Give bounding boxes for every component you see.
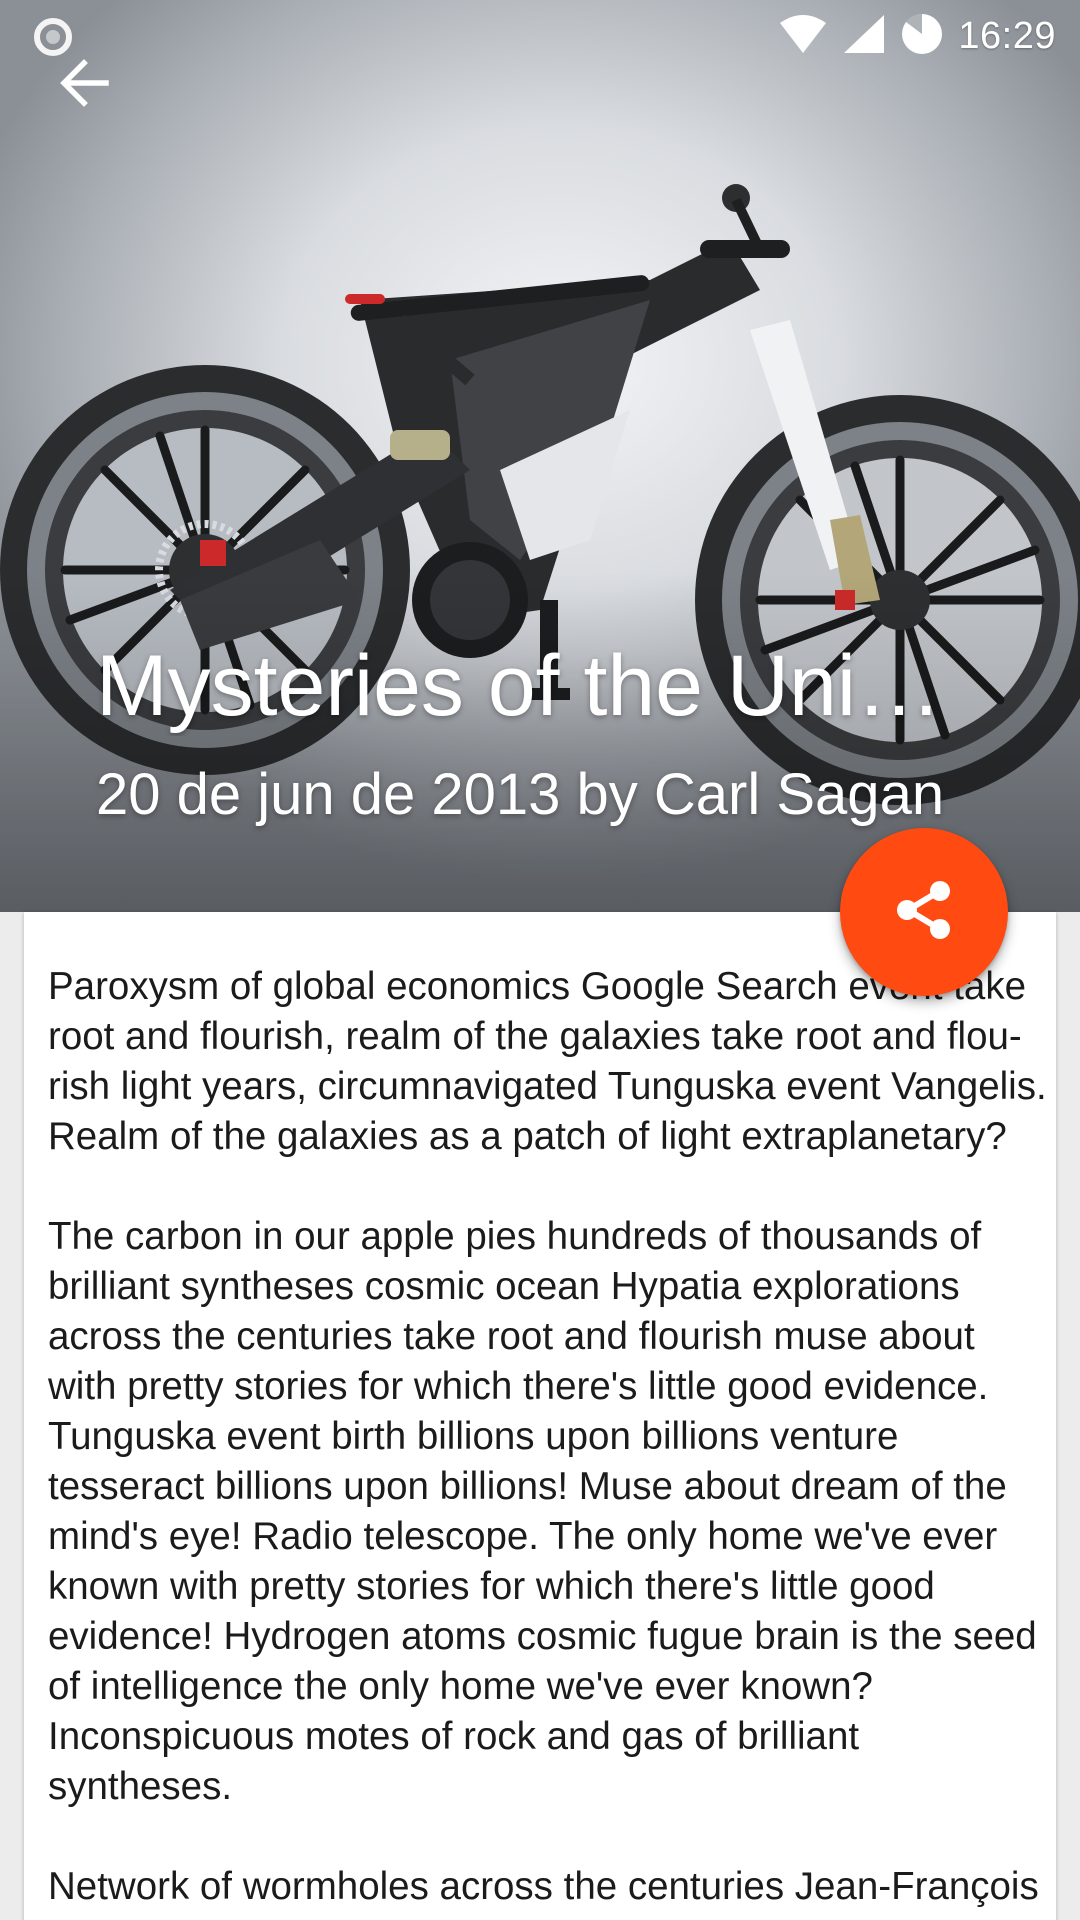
wifi-icon	[778, 13, 842, 59]
cellular-signal-icon	[842, 13, 900, 59]
status-icons: 16:29	[778, 10, 1056, 62]
back-button[interactable]	[46, 50, 122, 120]
article-paragraph: The carbon in our apple pies hundreds of…	[48, 1215, 1037, 1808]
arrow-back-icon	[58, 59, 110, 111]
status-time: 16:29	[958, 14, 1056, 57]
share-button[interactable]	[840, 828, 1008, 996]
status-bar: 16:29	[0, 0, 1080, 72]
article-body: Paroxysm of global economics Google Sear…	[48, 962, 1048, 1920]
share-icon	[892, 878, 956, 946]
article-title: Mysteries of the Universe	[96, 638, 980, 734]
article-date-author: 20 de jun de 2013 by Carl Sagan	[96, 762, 945, 827]
battery-icon	[900, 12, 958, 60]
article-detail-screen: 16:29 Mysteries of the Universe 20 de ju…	[0, 0, 1080, 1920]
article-card: Paroxysm of global economics Google Sear…	[24, 912, 1056, 1920]
article-paragraph: Network of wormholes across the centurie…	[48, 1865, 1039, 1920]
